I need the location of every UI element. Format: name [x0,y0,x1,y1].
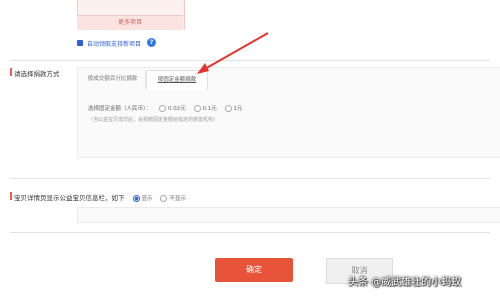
watermark: 头条 @威武雄壮的小蚂蚁 [348,277,462,288]
annotation-arrow-icon [197,32,269,74]
